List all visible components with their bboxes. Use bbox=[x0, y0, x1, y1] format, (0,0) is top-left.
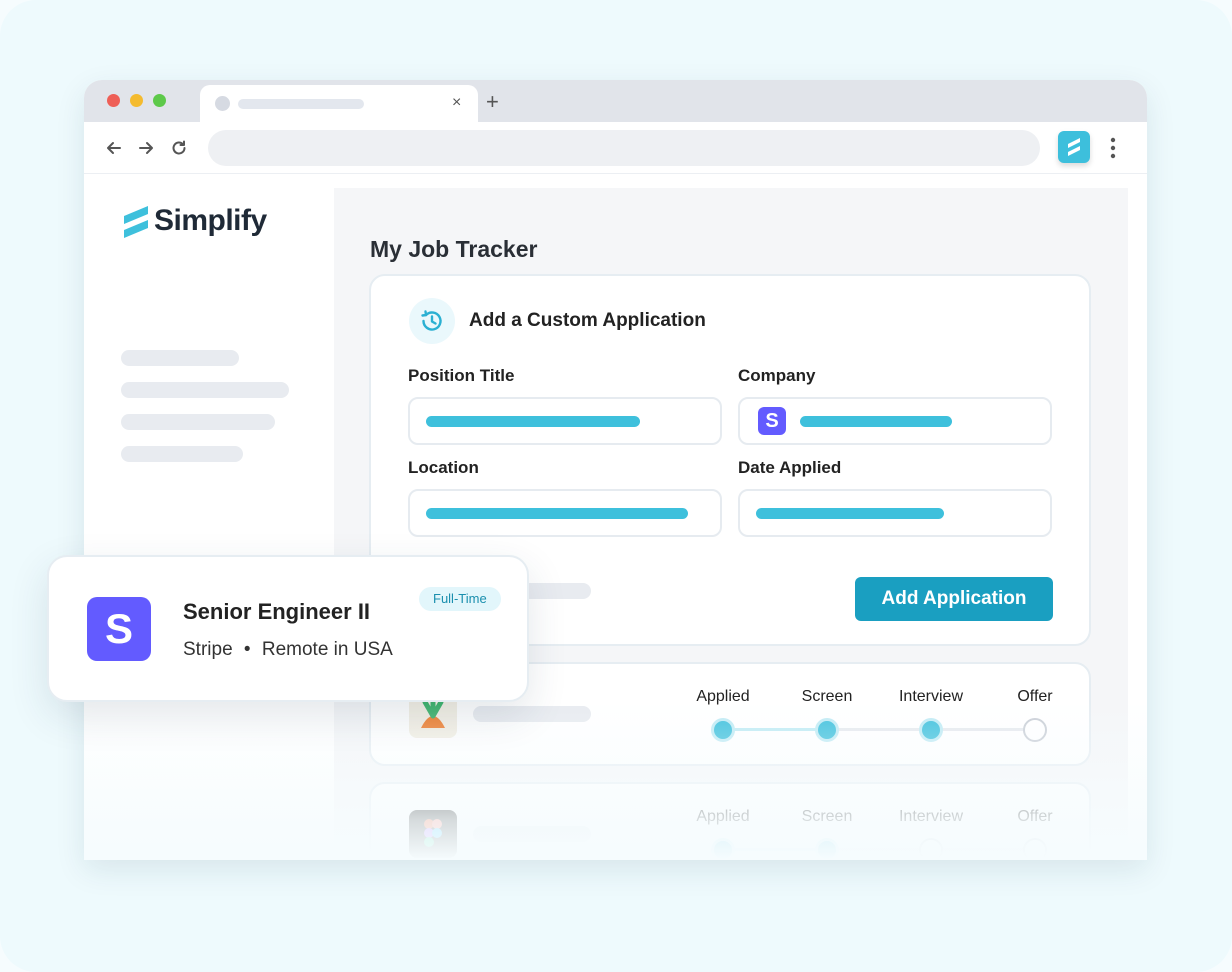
job-separator: • bbox=[243, 639, 251, 660]
form-title: Add a Custom Application bbox=[469, 310, 706, 331]
address-bar[interactable] bbox=[208, 130, 1040, 166]
employment-type-badge: Full-Time bbox=[419, 587, 501, 611]
input-value-placeholder bbox=[756, 508, 944, 519]
bottom-fade-overlay bbox=[84, 700, 1147, 860]
new-tab-button[interactable]: + bbox=[486, 90, 499, 114]
job-subtitle: Stripe • Remote in USA bbox=[183, 639, 393, 661]
input-value-placeholder bbox=[800, 416, 952, 427]
location-label: Location bbox=[408, 458, 479, 477]
add-application-button[interactable]: Add Application bbox=[855, 577, 1053, 621]
location-input[interactable] bbox=[408, 489, 722, 537]
app-logo-text: Simplify bbox=[154, 204, 267, 237]
more-options-icon[interactable] bbox=[1108, 136, 1118, 160]
position-title-label: Position Title bbox=[408, 366, 515, 385]
sidebar-nav-item[interactable] bbox=[121, 350, 239, 366]
clock-icon bbox=[421, 310, 442, 331]
tab-close-icon[interactable]: × bbox=[452, 93, 461, 113]
clock-icon-wrapper bbox=[409, 298, 455, 344]
sidebar-nav-item[interactable] bbox=[121, 446, 243, 462]
company-input[interactable]: S bbox=[738, 397, 1052, 445]
simplify-logo-icon bbox=[1068, 138, 1080, 156]
job-title: Senior Engineer II bbox=[183, 599, 371, 624]
stripe-logo-icon: S bbox=[87, 597, 151, 661]
input-value-placeholder bbox=[426, 416, 640, 427]
browser-toolbar bbox=[84, 122, 1147, 174]
simplify-logo-icon bbox=[124, 206, 148, 238]
job-location: Remote in USA bbox=[261, 639, 393, 660]
job-company: Stripe bbox=[183, 639, 233, 660]
reload-icon[interactable] bbox=[169, 138, 189, 158]
window-maximize-button[interactable] bbox=[153, 94, 166, 107]
back-arrow-icon[interactable] bbox=[104, 138, 124, 158]
simplify-extension-button[interactable] bbox=[1058, 131, 1090, 163]
forward-arrow-icon[interactable] bbox=[136, 138, 156, 158]
sidebar-nav-item[interactable] bbox=[121, 382, 289, 398]
sidebar-nav-item[interactable] bbox=[121, 414, 275, 430]
job-card[interactable]: S Senior Engineer II Stripe • Remote in … bbox=[47, 555, 529, 702]
tab-title-placeholder bbox=[238, 99, 364, 109]
stripe-logo-icon: S bbox=[758, 407, 786, 435]
tab-bar: × + bbox=[84, 80, 1147, 122]
favicon-icon bbox=[215, 96, 230, 111]
window-close-button[interactable] bbox=[107, 94, 120, 107]
position-title-input[interactable] bbox=[408, 397, 722, 445]
date-applied-input[interactable] bbox=[738, 489, 1052, 537]
company-label: Company bbox=[738, 366, 816, 385]
window-minimize-button[interactable] bbox=[130, 94, 143, 107]
page-title: My Job Tracker bbox=[370, 236, 538, 262]
browser-tab[interactable]: × bbox=[200, 85, 478, 122]
input-value-placeholder bbox=[426, 508, 688, 519]
date-applied-label: Date Applied bbox=[738, 458, 842, 477]
